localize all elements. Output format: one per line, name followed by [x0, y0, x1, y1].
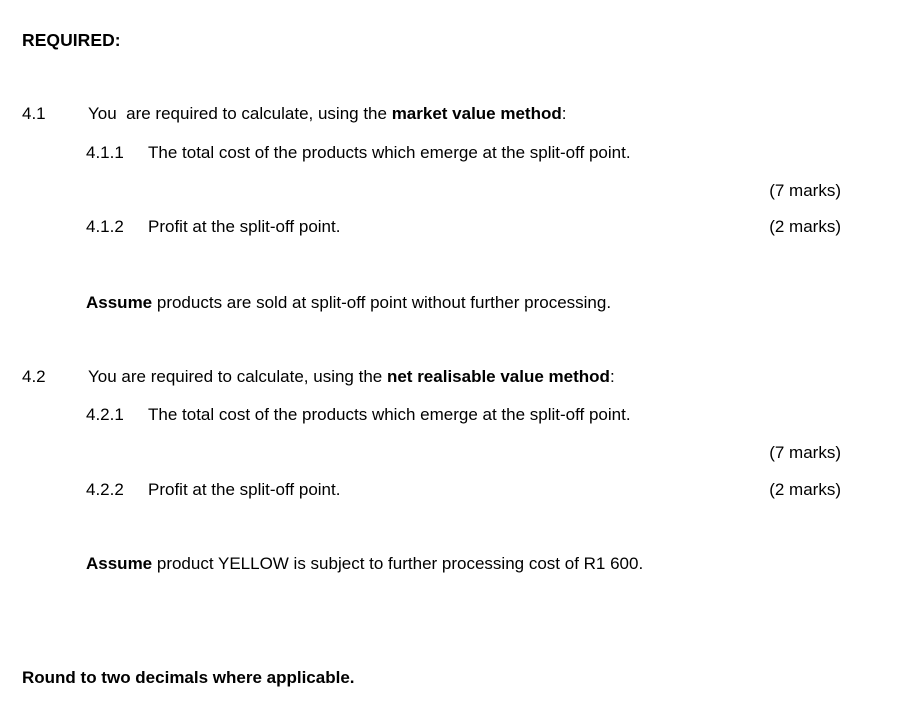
sub-item-4-2-1-number: 4.2.1 [86, 405, 124, 424]
question-4-2-stem-bold: net realisable value method [386, 367, 610, 386]
question-4-2-stem-before: You are required to calculate, using the [88, 367, 387, 386]
marks-4-1-2: (2 marks) [769, 217, 841, 236]
assume-note-4-1-rest: products are sold at split-off point wit… [152, 293, 612, 312]
assume-note-4-2: Assume product YELLOW is subject to furt… [86, 553, 643, 574]
question-4-2-stem: You are required to calculate, using the… [88, 366, 615, 387]
document-page: REQUIRED: 4.1 You are required to calcul… [0, 0, 909, 704]
question-4-2-stem-after: : [609, 367, 615, 386]
assume-note-4-2-rest: product YELLOW is subject to further pro… [152, 554, 644, 573]
required-heading: REQUIRED: [22, 30, 121, 50]
sub-item-4-1-2-number: 4.1.2 [86, 217, 124, 236]
marks-4-1-1: (7 marks) [769, 181, 841, 200]
sub-item-4-2-1-text: The total cost of the products which eme… [148, 405, 631, 424]
marks-4-2-2: (2 marks) [769, 480, 841, 499]
sub-item-4-2-2-text: Profit at the split-off point. [148, 480, 341, 499]
sub-item-4-1-2-text: Profit at the split-off point. [148, 217, 341, 236]
question-4-1-stem: You are required to calculate, using the… [88, 103, 566, 124]
question-4-1-stem-before: You are required to calculate, using the [88, 104, 392, 123]
assume-note-4-1-lead: Assume [86, 293, 153, 312]
assume-note-4-2-lead: Assume [86, 554, 153, 573]
question-4-1-stem-after: : [561, 104, 567, 123]
sub-item-4-2-2-number: 4.2.2 [86, 480, 124, 499]
marks-4-2-1: (7 marks) [769, 443, 841, 462]
question-4-1-number: 4.1 [22, 104, 46, 123]
assume-note-4-1: Assume products are sold at split-off po… [86, 292, 611, 313]
rounding-note: Round to two decimals where applicable. [22, 668, 355, 687]
sub-item-4-1-1-text: The total cost of the products which eme… [148, 143, 631, 162]
question-4-2-number: 4.2 [22, 367, 46, 386]
sub-item-4-1-1-number: 4.1.1 [86, 143, 124, 162]
question-4-1-stem-bold: market value method [391, 104, 562, 123]
